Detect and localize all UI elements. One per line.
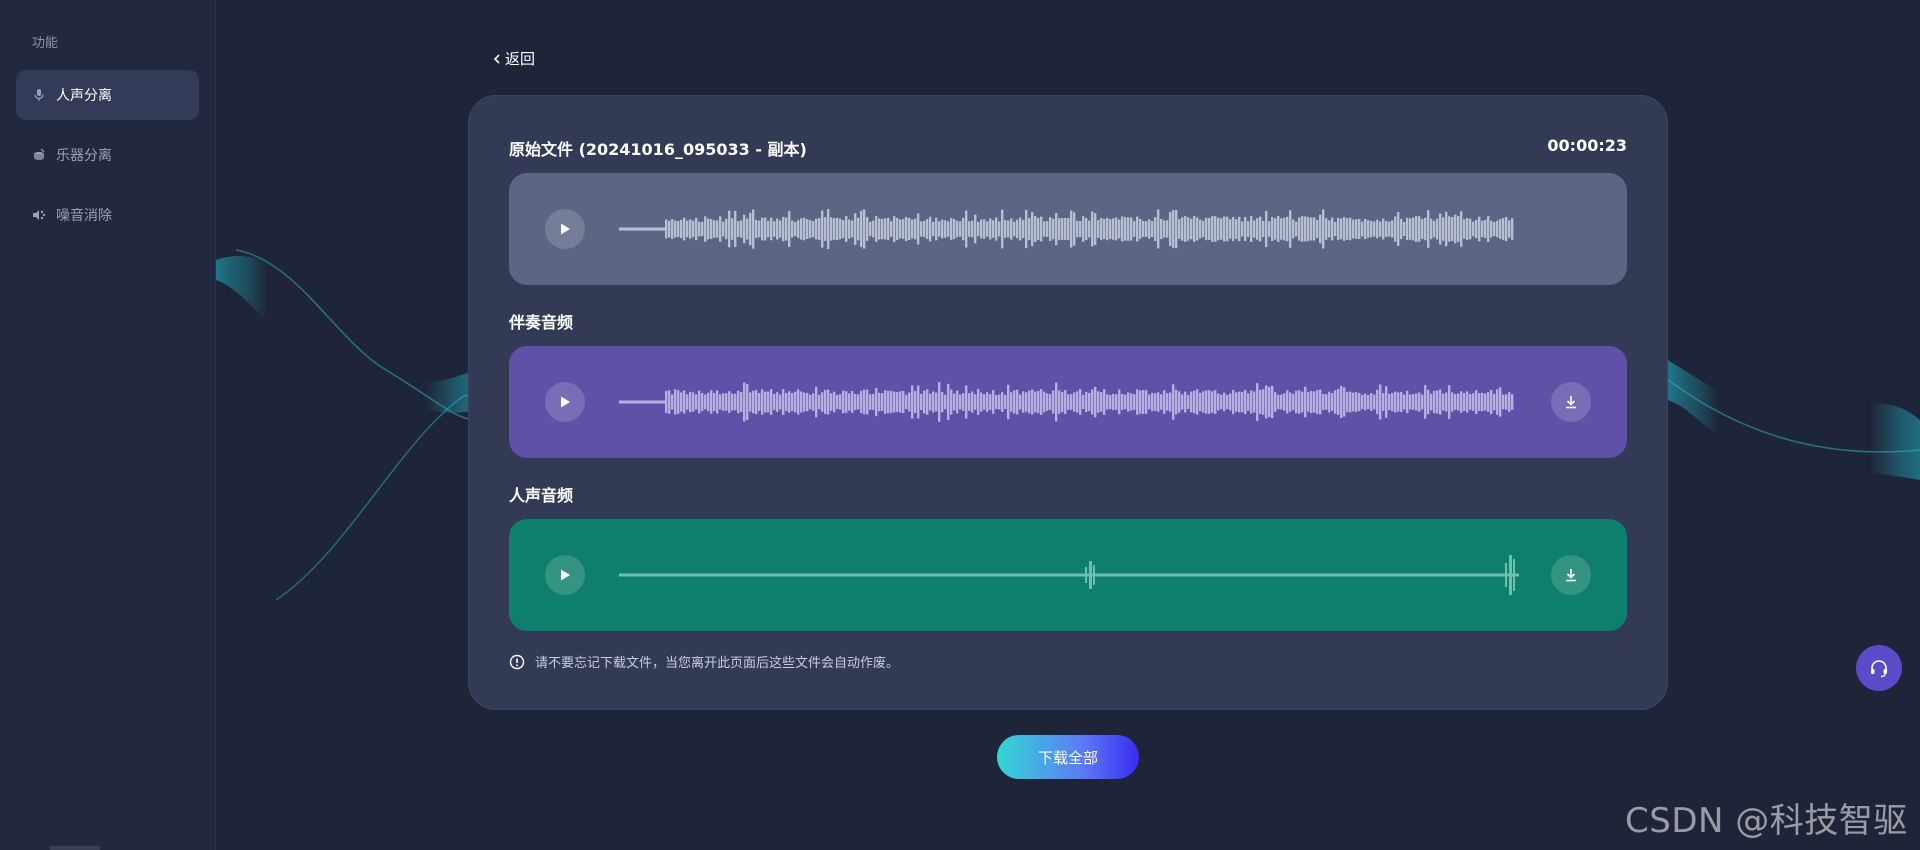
play-icon [561,396,570,408]
result-card: 原始文件 (20241016_095033 - 副本) 00:00:23 伴奏音… [468,95,1668,710]
vocal-waveform[interactable] [619,545,1519,605]
chevron-left-icon [493,53,500,64]
vocal-track-player [509,519,1627,631]
headset-icon [1871,660,1887,678]
original-track-player [509,173,1627,285]
original-track-title: 原始文件 (20241016_095033 - 副本) [509,140,807,159]
play-icon [561,569,570,581]
accompaniment-track-header: 伴奏音频 [509,309,1627,333]
download-all-button[interactable]: 下载全部 [997,735,1139,779]
vocal-track-header: 人声音频 [509,482,1627,506]
back-link-label: 返回 [505,50,536,68]
original-track-header: 原始文件 (20241016_095033 - 副本) 00:00:23 [509,136,1627,160]
accompaniment-play-button[interactable] [545,382,585,422]
notice-text: 请不要忘记下载文件，当您离开此页面后这些文件会自动作废。 [535,656,900,671]
customer-support-button[interactable] [1856,645,1902,691]
original-play-button[interactable] [545,209,585,249]
speaker-noise-icon [32,208,46,222]
sidebar: 功能 人声分离 乐器分离 噪音消除 [0,0,216,850]
accompaniment-download-button[interactable] [1551,382,1591,422]
back-link[interactable]: 返回 [492,48,535,69]
sidebar-item-label: 乐器分离 [56,148,112,164]
sidebar-bottom-indicator [50,846,100,850]
accompaniment-track-title: 伴奏音频 [509,313,574,332]
original-track-duration: 00:00:23 [1547,136,1627,155]
info-circle-icon [509,654,525,669]
sidebar-section-title: 功能 [32,36,59,51]
original-waveform[interactable] [619,199,1519,259]
download-notice: 请不要忘记下载文件，当您离开此页面后这些文件会自动作废。 [509,652,899,671]
microphone-icon [32,88,46,102]
app-root: 功能 人声分离 乐器分离 噪音消除 返回 原始文件 (20241016_0950… [0,0,1920,850]
sidebar-item-label: 人声分离 [56,88,112,104]
play-icon [561,223,570,235]
vocal-download-button[interactable] [1551,555,1591,595]
vocal-track-title: 人声音频 [509,486,574,505]
drum-icon [32,148,46,162]
download-icon [1566,396,1576,409]
sidebar-item-noise-removal[interactable]: 噪音消除 [16,190,199,240]
accompaniment-track-player [509,346,1627,458]
watermark: CSDN @科技智驱 [1625,801,1908,841]
sidebar-item-vocal-separation[interactable]: 人声分离 [16,70,199,120]
accompaniment-waveform[interactable] [619,372,1519,432]
sidebar-item-label: 噪音消除 [56,208,112,224]
vocal-play-button[interactable] [545,555,585,595]
sidebar-item-instrument-separation[interactable]: 乐器分离 [16,130,199,180]
download-icon [1566,569,1576,582]
